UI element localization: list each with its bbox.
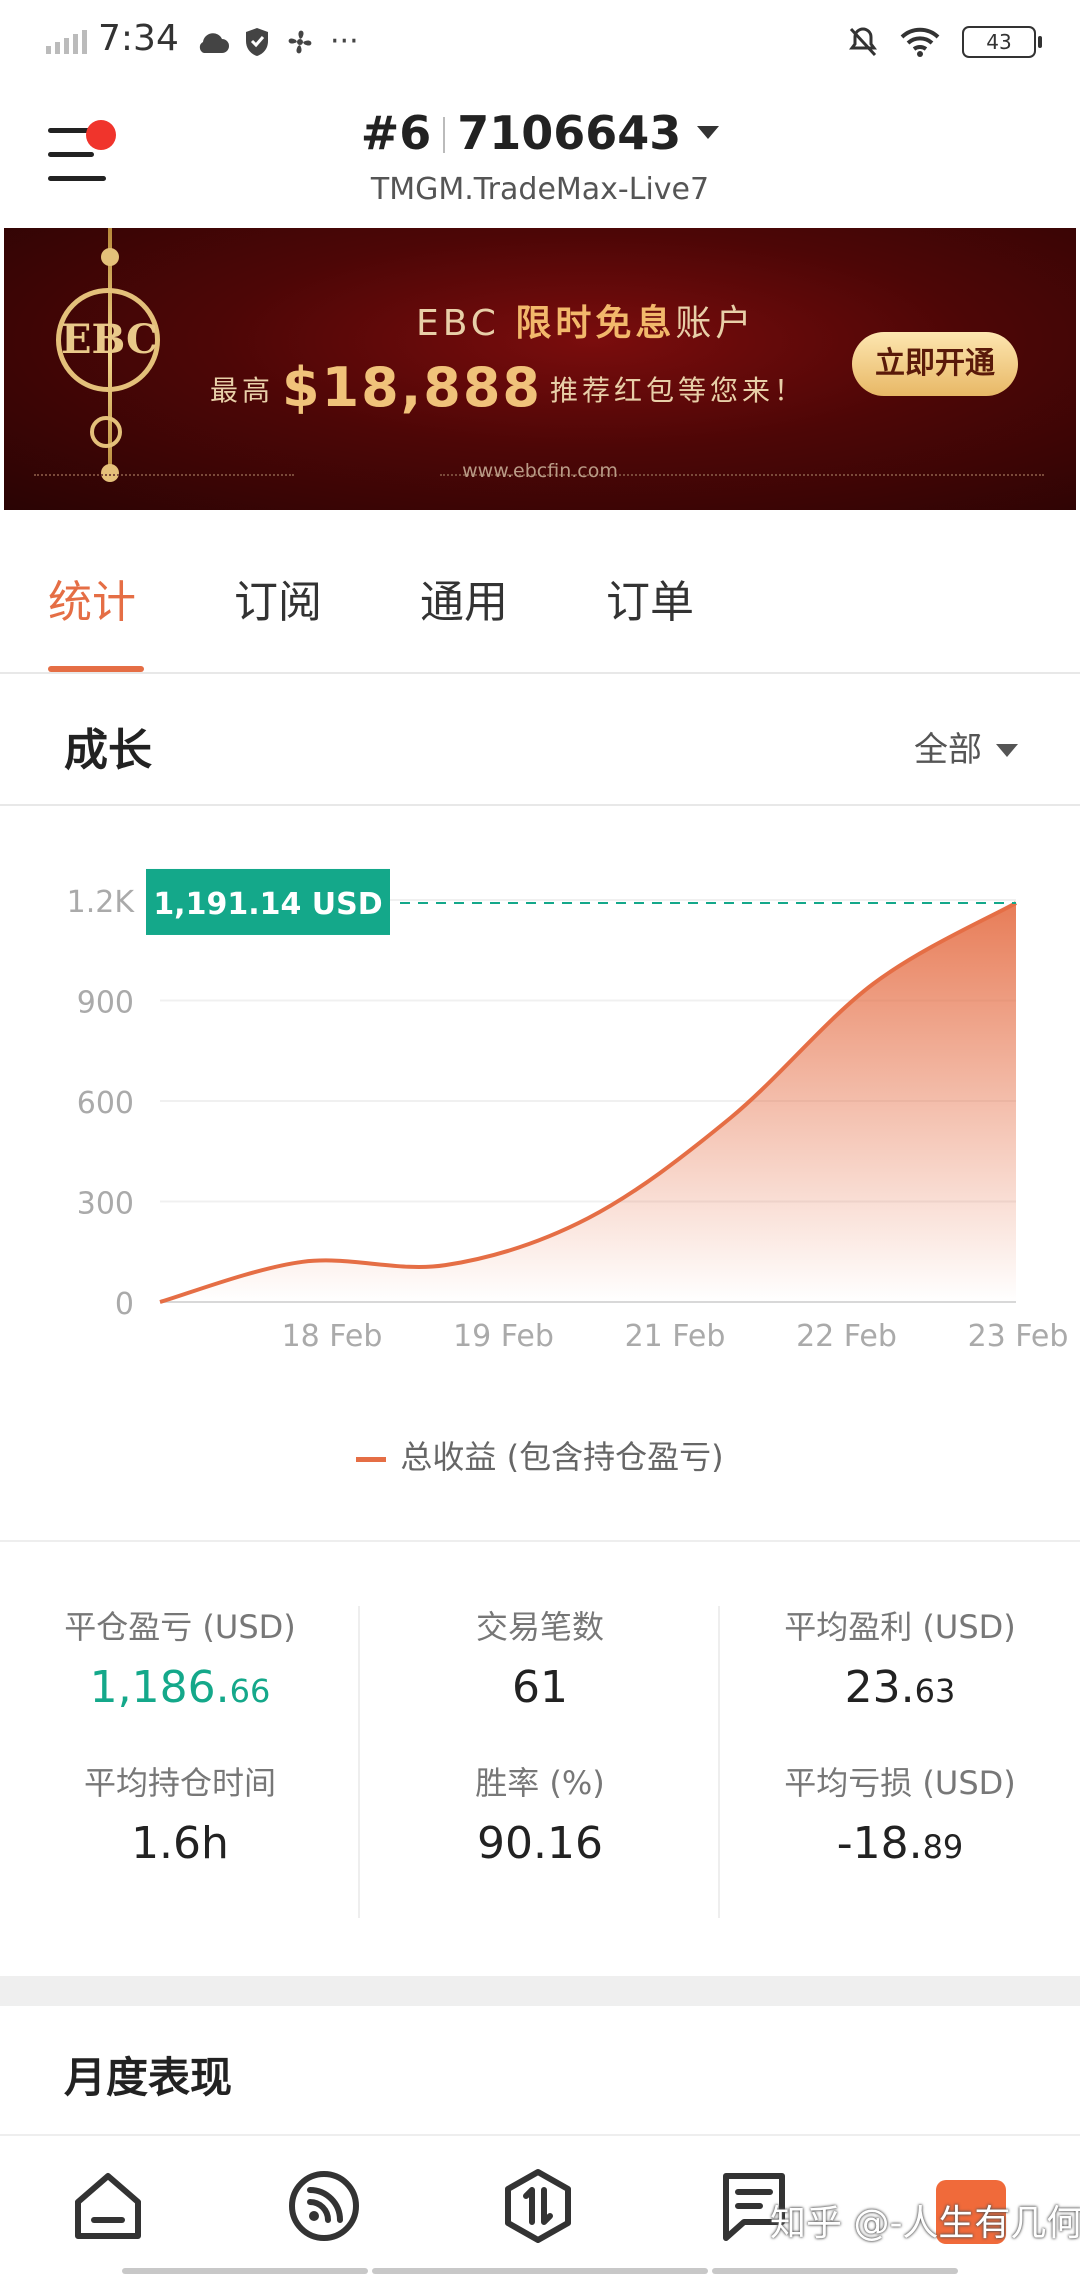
banner-headline: EBC 限时免息账户	[416, 294, 755, 346]
tab-orders[interactable]: 订单	[606, 566, 694, 630]
rss-icon[interactable]	[284, 2166, 364, 2246]
banner-headline-suffix: 账户	[675, 303, 756, 344]
x-tick-label: 22 Feb	[796, 1319, 897, 1354]
chevron-down-icon	[697, 126, 720, 139]
status-right: 43	[848, 22, 1042, 62]
stat-cell: 平均盈利 (USD) 23.63	[720, 1602, 1080, 1713]
banner-subline-suffix: 推荐红包等您来！	[549, 374, 806, 407]
banner-headline-highlight: 限时免息	[515, 303, 676, 344]
period-filter-dropdown[interactable]: 全部	[914, 722, 1018, 771]
stat-value: -18.89	[836, 1818, 964, 1869]
home-icon[interactable]	[68, 2166, 148, 2246]
banner-amount: $18,888	[282, 356, 542, 419]
current-value-label: 1,191.14 USD	[153, 887, 382, 922]
banner-headline-prefix: EBC	[416, 303, 516, 344]
y-tick-label: 900	[77, 986, 134, 1021]
account-server: TMGM.TradeMax-Live7	[370, 172, 710, 207]
stat-label: 平仓盈亏 (USD)	[64, 1608, 296, 1646]
stat-cell: 平均亏损 (USD) -18.89	[720, 1758, 1080, 1869]
growth-chart-svg: 0 300 600 900 1.2K 18 Feb 19 Feb 21 Feb 22 Feb 23…	[67, 868, 1069, 1354]
open-account-button[interactable]: 立即开通	[852, 332, 1018, 396]
legend-label: 总收益 (包含持仓盈亏)	[400, 1438, 724, 1476]
tab-statistics[interactable]: 统计	[48, 566, 136, 630]
y-tick-label: 0	[115, 1287, 134, 1322]
stat-label: 交易笔数	[475, 1608, 604, 1646]
more-notifications-icon: ···	[330, 24, 359, 59]
watermark: 知乎 @-人生有几何。	[770, 2203, 1080, 2244]
shield-icon	[246, 27, 268, 56]
banner-subline-prefix: 最高	[210, 374, 275, 407]
x-tick-label: 18 Feb	[282, 1319, 383, 1354]
banner-url: www.ebcfin.com	[462, 460, 618, 482]
stat-cell: 平仓盈亏 (USD) 1,186.66	[0, 1602, 360, 1713]
x-tick-label: 23 Feb	[968, 1319, 1069, 1354]
stat-label: 平均盈利 (USD)	[784, 1608, 1016, 1646]
stat-cell: 平均持仓时间 1.6h	[0, 1758, 360, 1869]
stat-value: 90.16	[477, 1818, 603, 1869]
stat-value: 61	[512, 1662, 568, 1713]
ornament-knot	[90, 416, 122, 448]
tab-subscribe[interactable]: 订阅	[234, 566, 322, 630]
signal-icon	[46, 30, 87, 54]
stat-cell: 交易笔数 61	[360, 1602, 720, 1713]
stat-cell: 胜率 (%) 90.16	[360, 1758, 720, 1869]
home-indicator	[372, 2268, 708, 2274]
y-tick-label: 300	[77, 1187, 134, 1222]
mute-bell-icon	[849, 27, 877, 57]
monthly-performance-title: 月度表现	[64, 2053, 233, 2102]
wifi-icon	[900, 27, 940, 57]
stat-label: 胜率 (%)	[475, 1764, 605, 1802]
period-filter-label: 全部	[914, 730, 982, 770]
fan-icon	[288, 30, 312, 53]
stat-value: 23.63	[844, 1662, 956, 1713]
home-indicator	[712, 2268, 958, 2274]
stat-label: 平均持仓时间	[83, 1764, 276, 1802]
x-tick-label: 19 Feb	[453, 1319, 554, 1354]
account-number: #6	[360, 106, 432, 160]
trade-icon[interactable]	[498, 2166, 578, 2246]
stat-value: 1,186.66	[89, 1662, 271, 1713]
banner-subline: 最高 $18,888 推荐红包等您来！	[210, 356, 806, 419]
x-tick-label: 21 Feb	[625, 1319, 726, 1354]
tab-indicator	[48, 666, 144, 672]
cloud-icon	[199, 32, 229, 53]
status-time: 7:34	[98, 18, 179, 59]
chart-legend: 总收益 (包含持仓盈亏)	[0, 1432, 1080, 1478]
series-area	[160, 902, 1016, 1302]
ornament-bead	[101, 248, 119, 266]
growth-title: 成长	[64, 725, 152, 776]
account-id: 7106643	[457, 106, 682, 160]
stat-label: 平均亏损 (USD)	[784, 1764, 1016, 1802]
stat-value: 1.6h	[131, 1818, 229, 1869]
y-tick-label: 1.2K	[67, 885, 136, 920]
status-bar: 7:34 ··· 43	[0, 0, 1080, 90]
notification-icons: ···	[196, 24, 359, 59]
y-tick-label: 600	[77, 1086, 134, 1121]
battery-icon: 43	[962, 26, 1042, 58]
account-selector[interactable]: #6 7106643	[0, 106, 1080, 160]
home-indicator	[122, 2268, 368, 2274]
section-gap	[0, 1976, 1080, 2006]
chevron-down-icon	[996, 744, 1018, 757]
legend-swatch	[356, 1456, 387, 1462]
tab-general[interactable]: 通用	[420, 566, 508, 630]
tab-bar: 统计 订阅 通用 订单	[0, 510, 1080, 674]
promo-banner[interactable]: EBC EBC 限时免息账户 最高 $18,888 推荐红包等您来！ 立即开通 ww…	[4, 228, 1076, 510]
growth-section-header: 成长 全部	[0, 674, 1080, 806]
stats-grid: 平仓盈亏 (USD) 1,186.66 交易笔数 61 平均盈利 (USD) 23.63 平…	[0, 1540, 1080, 1978]
ebc-logo: EBC	[56, 288, 160, 392]
